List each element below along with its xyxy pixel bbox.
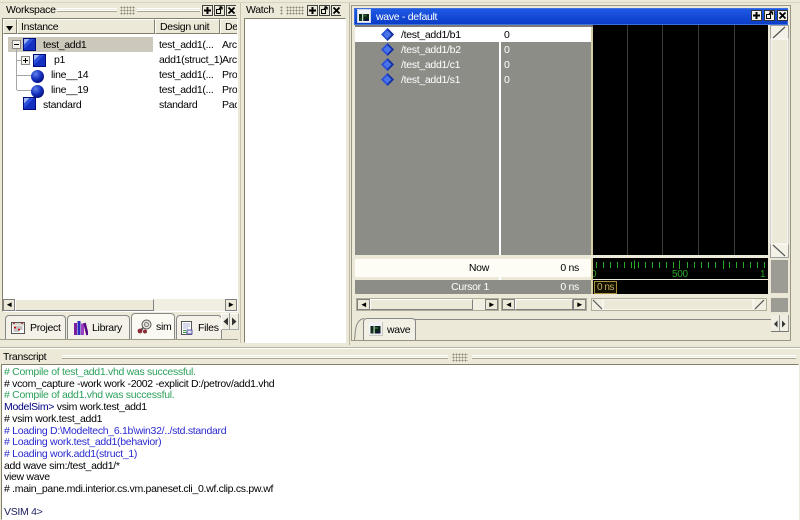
- svg-text:500: 500: [672, 269, 689, 279]
- svg-text:1: 1: [760, 269, 766, 279]
- svg-text:0: 0: [593, 269, 597, 279]
